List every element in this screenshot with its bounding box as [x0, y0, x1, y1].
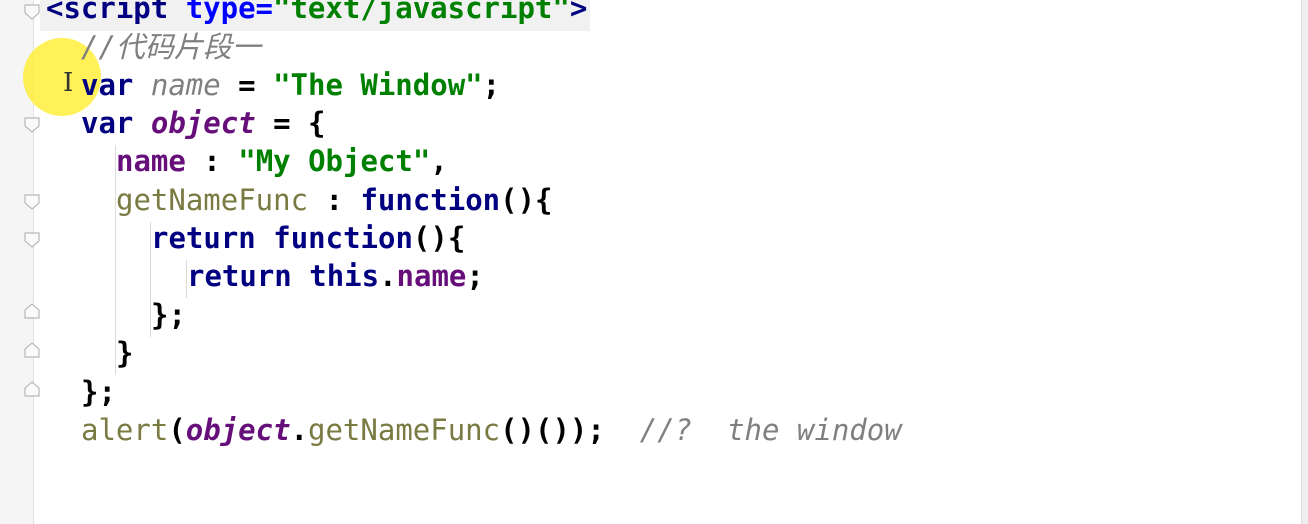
code-editor[interactable]: <script type="text/javascript"> //代码片段一 … [0, 0, 1308, 524]
editor-scrollbar[interactable] [1301, 0, 1308, 524]
code-line-comment[interactable]: //代码片段一 [81, 28, 261, 66]
property-separator: : [185, 144, 239, 178]
semicolon: ; [466, 259, 484, 293]
property-separator: : [308, 183, 361, 217]
code-line-getnamefunc[interactable]: getNameFunc : function(){ [116, 181, 553, 219]
keyword-var: var [81, 68, 134, 102]
tag-name: script [63, 0, 169, 25]
code-line-var-name[interactable]: var name = "The Window"; [81, 66, 500, 104]
closing-brace: }; [151, 298, 186, 332]
call-parens: ()()); [500, 413, 605, 447]
tag-open-bracket: < [46, 0, 64, 25]
code-line-alert[interactable]: alert(object.getNameFunc()()); //? the w… [81, 411, 902, 449]
code-line-close-inner[interactable]: }; [151, 296, 186, 334]
operator-equals: = [220, 68, 274, 102]
text-cursor-icon: I [63, 68, 74, 98]
function-alert: alert [81, 413, 169, 447]
fold-marker-icon[interactable] [23, 342, 41, 358]
fold-marker-icon[interactable] [23, 381, 41, 397]
variable-object: object [150, 106, 256, 140]
property-name: name [396, 259, 467, 293]
tag-close-bracket: > [569, 0, 588, 25]
code-line-close-method[interactable]: } [116, 334, 133, 372]
keyword-this: this [309, 259, 380, 293]
dot: . [379, 259, 397, 293]
fold-marker-icon[interactable] [23, 117, 41, 133]
keyword-return: return [151, 221, 256, 255]
attribute-name: type [185, 0, 256, 25]
fold-marker-icon[interactable] [23, 4, 41, 20]
keyword-return: return [187, 259, 292, 293]
string-literal: "The Window" [273, 68, 483, 102]
attribute-equals: = [255, 0, 274, 25]
dot: . [290, 413, 309, 447]
string-literal: "My Object" [238, 144, 431, 178]
variable-object: object [185, 413, 291, 447]
code-line-property-name[interactable]: name : "My Object", [116, 142, 448, 180]
comment-text: //代码片段一 [81, 30, 261, 64]
closing-brace: }; [81, 375, 116, 409]
fold-marker-icon[interactable] [23, 194, 41, 210]
semicolon: ; [482, 68, 501, 102]
function-open: (){ [500, 183, 553, 217]
function-open: (){ [412, 221, 466, 255]
property-name: name [116, 144, 186, 178]
code-line-var-object[interactable]: var object = { [81, 104, 325, 142]
fold-marker-icon[interactable] [23, 232, 41, 248]
keyword-function: function [273, 221, 413, 255]
closing-brace: } [116, 336, 134, 370]
attribute-value: "text/javascript" [273, 0, 570, 25]
code-line-return-function[interactable]: return function(){ [151, 219, 465, 257]
method-call: getNameFunc [308, 413, 501, 447]
variable-name: name [150, 68, 221, 102]
code-line-return-this-name[interactable]: return this.name; [187, 257, 484, 295]
fold-marker-icon[interactable] [23, 303, 41, 319]
keyword-function: function [360, 183, 501, 217]
code-line-script-tag[interactable]: <script type="text/javascript"> [46, 0, 587, 27]
comma: , [430, 144, 448, 178]
keyword-var: var [81, 106, 134, 140]
method-name: getNameFunc [116, 183, 309, 217]
paren-open: ( [168, 413, 186, 447]
code-line-close-object[interactable]: }; [81, 373, 116, 411]
object-open: = { [255, 106, 326, 140]
comment-text: //? the window [639, 413, 902, 447]
